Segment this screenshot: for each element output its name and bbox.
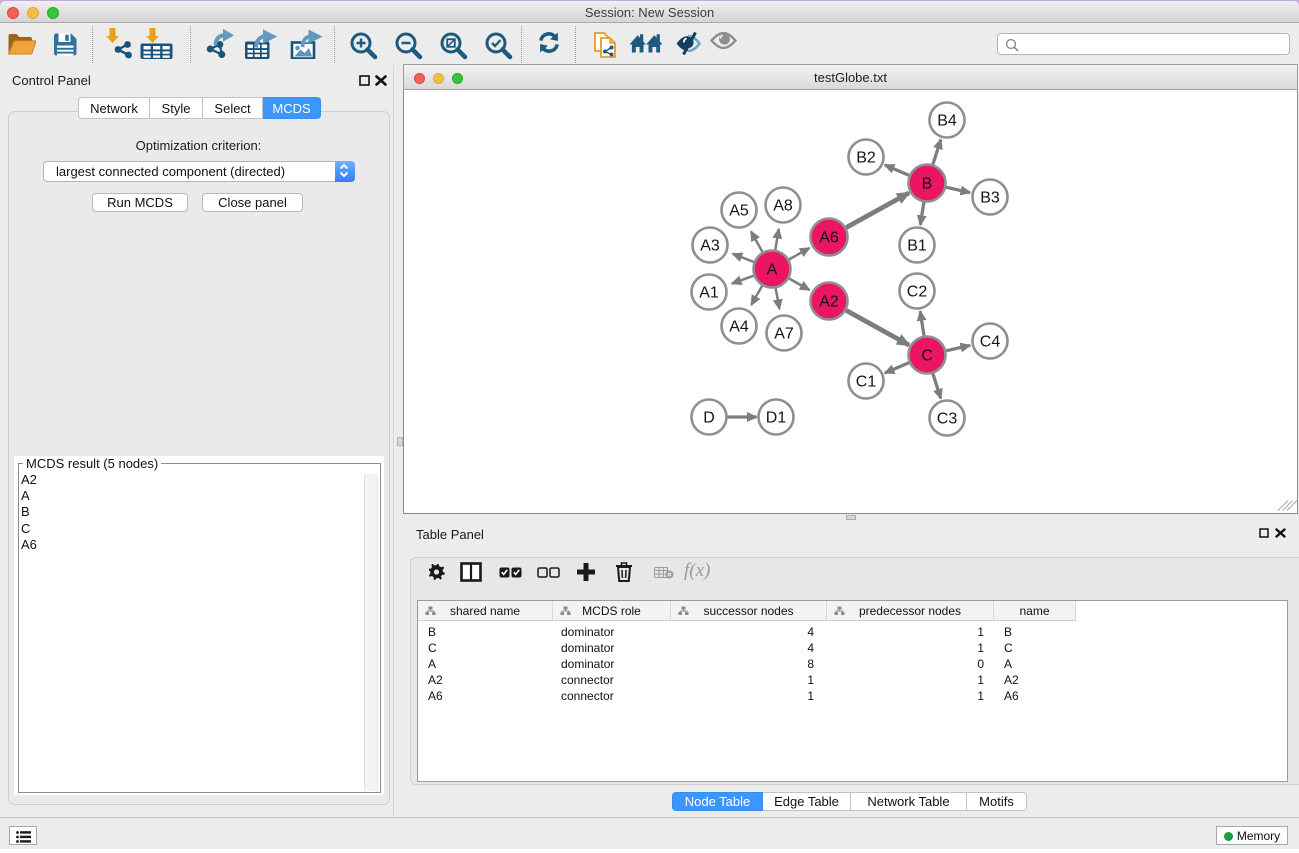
svg-text:C3: C3 [937, 411, 958, 428]
svg-text:A6: A6 [819, 230, 839, 247]
svg-text:A3: A3 [700, 238, 720, 255]
svg-text:B1: B1 [907, 238, 927, 255]
svg-text:D1: D1 [766, 410, 787, 427]
svg-text:B4: B4 [937, 113, 957, 130]
svg-text:A5: A5 [729, 203, 749, 220]
svg-text:D: D [703, 410, 715, 427]
svg-text:A: A [767, 262, 778, 279]
svg-text:A8: A8 [773, 198, 793, 215]
svg-text:A2: A2 [819, 294, 839, 311]
svg-text:A1: A1 [699, 285, 719, 302]
svg-text:A7: A7 [774, 326, 794, 343]
svg-text:C: C [921, 348, 933, 365]
svg-text:C1: C1 [856, 374, 877, 391]
svg-text:B2: B2 [856, 150, 876, 167]
svg-text:B3: B3 [980, 190, 1000, 207]
svg-text:C4: C4 [980, 334, 1001, 351]
svg-text:C2: C2 [907, 284, 928, 301]
svg-text:B: B [922, 176, 933, 193]
svg-text:A4: A4 [729, 319, 749, 336]
